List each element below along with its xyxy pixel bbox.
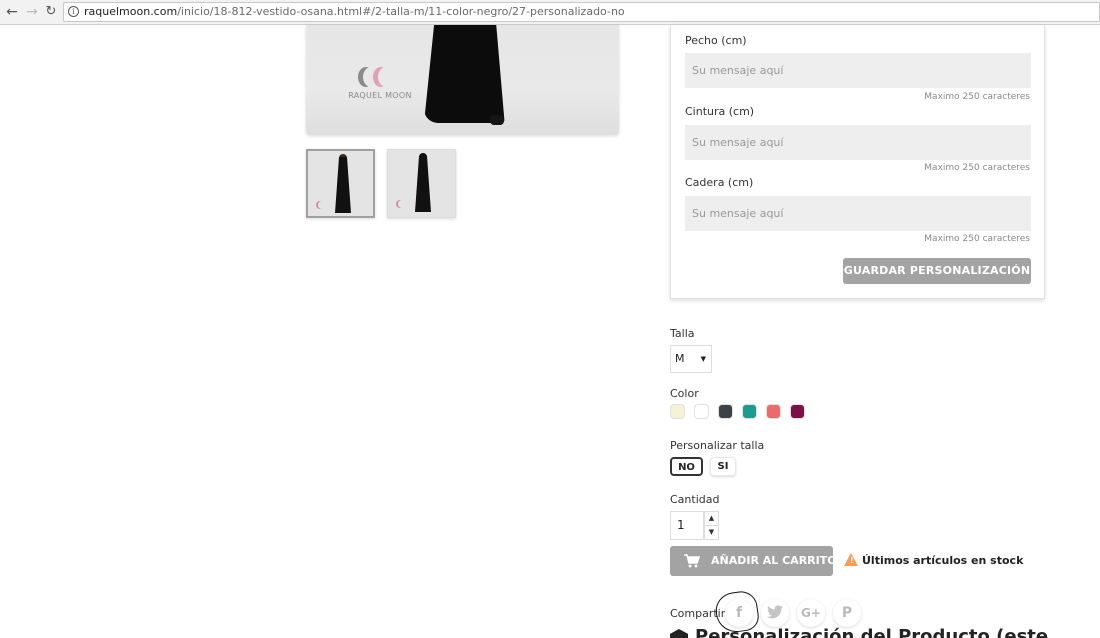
product-thumbnail-2[interactable] xyxy=(387,149,456,218)
url-path: /inicio/18-812-vestido-osana.html#/2-tal… xyxy=(177,5,625,18)
quantity-down-icon[interactable]: ▼ xyxy=(704,525,719,540)
quantity-up-icon[interactable]: ▲ xyxy=(704,511,719,526)
hip-input[interactable]: Su mensaje aquí xyxy=(685,196,1031,231)
info-icon[interactable]: i xyxy=(68,6,79,17)
color-swatch-cream[interactable] xyxy=(670,404,685,419)
google-plus-icon[interactable]: G+ xyxy=(797,599,825,627)
customization-card: Pecho (cm) Su mensaje aquí Maximo 250 ca… xyxy=(670,25,1045,299)
waist-input[interactable]: Su mensaje aquí xyxy=(685,125,1031,160)
thumb-logo-mark xyxy=(398,200,406,208)
product-main-image[interactable]: RAQUEL MOON xyxy=(306,25,619,135)
stock-warning-text: Últimos artículos en stock xyxy=(862,554,1024,567)
browser-toolbar: ← → ↻ i raquelmoon.com/inicio/18-812-ves… xyxy=(0,0,1100,25)
customize-yes-option[interactable]: SI xyxy=(710,457,736,476)
color-swatch-charcoal[interactable] xyxy=(718,404,733,419)
hip-hint: Maximo 250 caracteres xyxy=(924,234,1030,244)
stock-warning: ! Últimos artículos en stock xyxy=(844,553,1023,567)
moon-pink-icon xyxy=(378,67,394,87)
thumb-figure xyxy=(415,156,431,212)
cart-icon xyxy=(684,554,700,568)
color-label: Color xyxy=(670,387,699,400)
shoe xyxy=(490,115,504,125)
pinterest-icon[interactable]: P xyxy=(833,599,861,627)
waist-hint: Maximo 250 caracteres xyxy=(924,163,1030,173)
product-thumbnail-1[interactable] xyxy=(306,149,375,218)
section-heading-text: Personalización del Producto (este xyxy=(695,626,1049,638)
size-label: Talla xyxy=(670,327,695,340)
box-icon xyxy=(670,629,688,638)
customize-no-option[interactable]: NO xyxy=(670,457,703,476)
add-to-cart-label: AÑADIR AL CARRITO xyxy=(711,554,837,567)
add-to-cart-button[interactable]: AÑADIR AL CARRITO xyxy=(670,546,837,576)
save-customization-button[interactable]: GUARDAR PERSONALIZACIÓN xyxy=(843,258,1031,284)
color-swatch-coral[interactable] xyxy=(766,404,781,419)
size-value: M xyxy=(675,352,685,365)
dress-figure xyxy=(424,25,505,123)
moon-gray-icon xyxy=(363,67,379,87)
address-bar[interactable]: i raquelmoon.com/inicio/18-812-vestido-o… xyxy=(63,2,1100,22)
url-domain: raquelmoon.com xyxy=(84,5,178,18)
chest-input[interactable]: Su mensaje aquí xyxy=(685,53,1031,88)
thumb-figure xyxy=(335,157,351,213)
size-select[interactable]: M ▼ xyxy=(670,345,712,373)
color-swatch-burgundy[interactable] xyxy=(790,404,805,419)
dropdown-arrow-icon: ▼ xyxy=(700,355,706,363)
waist-label: Cintura (cm) xyxy=(685,105,755,118)
warning-icon: ! xyxy=(844,553,858,566)
forward-arrow-icon[interactable]: → xyxy=(24,4,40,20)
thumb-logo-mark xyxy=(318,201,326,209)
twitter-icon[interactable] xyxy=(761,599,789,627)
chest-label: Pecho (cm) xyxy=(685,34,747,47)
color-swatch-white[interactable] xyxy=(694,404,709,419)
brand-logo: RAQUEL MOON xyxy=(348,67,412,101)
color-swatch-teal[interactable] xyxy=(742,404,757,419)
reload-icon[interactable]: ↻ xyxy=(43,4,59,20)
section-heading: Personalización del Producto (este xyxy=(670,626,1048,638)
customize-size-label: Personalizar talla xyxy=(670,439,765,452)
back-arrow-icon[interactable]: ← xyxy=(4,4,20,20)
chest-hint: Maximo 250 caracteres xyxy=(924,92,1030,102)
url-text: raquelmoon.com/inicio/18-812-vestido-osa… xyxy=(84,5,625,19)
logo-text: RAQUEL MOON xyxy=(348,91,412,100)
quantity-label: Cantidad xyxy=(670,493,720,506)
quantity-input[interactable]: 1 xyxy=(670,511,704,540)
hip-label: Cadera (cm) xyxy=(685,176,754,189)
